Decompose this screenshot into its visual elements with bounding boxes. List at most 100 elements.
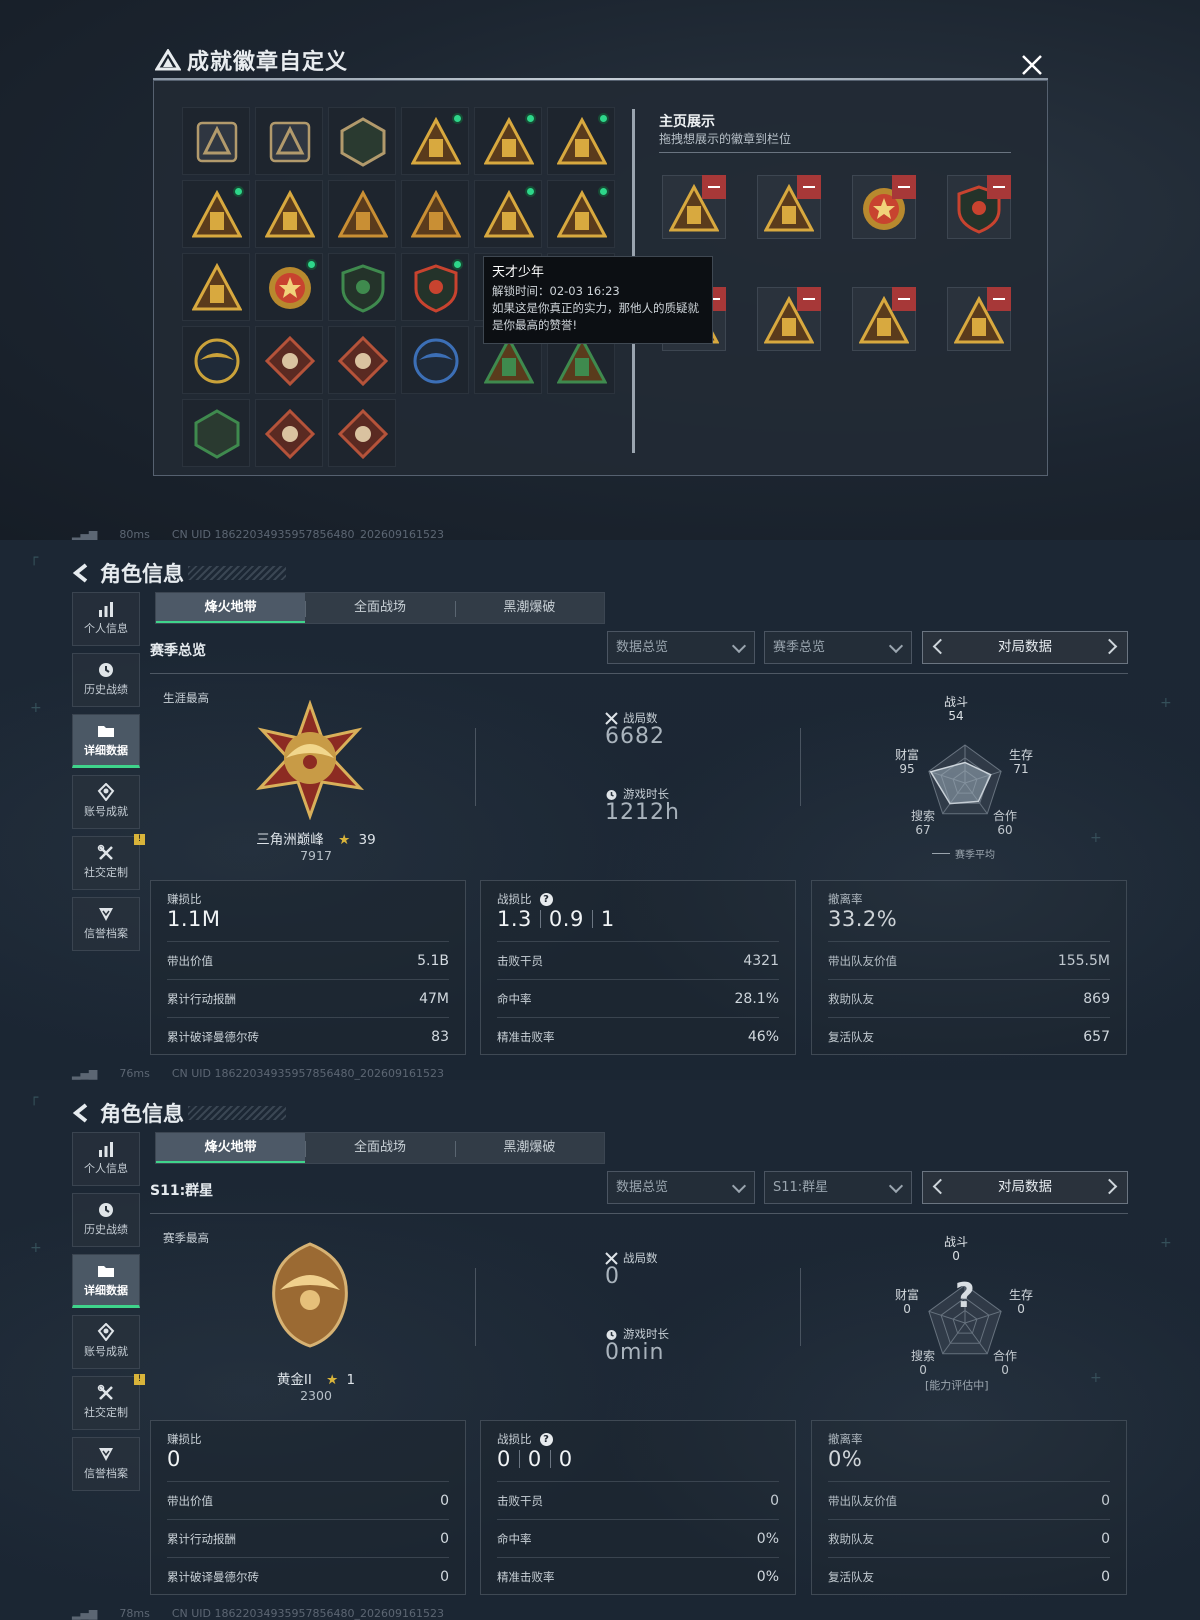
showcase-slot-lantern-badge-icon[interactable] — [662, 175, 726, 239]
season-select[interactable]: S11:群星 — [764, 1171, 912, 1204]
remove-badge-button[interactable] — [892, 287, 916, 311]
nav-personal-info[interactable]: 个人信息 — [72, 1132, 140, 1186]
pyramid-badge-icon[interactable] — [182, 253, 250, 321]
season-select[interactable]: 赛季总览 — [764, 631, 912, 664]
radar-label: 搜索 — [911, 809, 936, 823]
nav-credit-record[interactable]: 信誉档案 — [72, 897, 140, 951]
plus-mark-icon: + — [1090, 1370, 1102, 1386]
data-type-select[interactable]: 数据总览 — [607, 631, 755, 664]
nav-social-custom[interactable]: ! 社交定制 — [72, 834, 145, 890]
nav-label: 账号成就 — [84, 1345, 128, 1358]
chevron-right-icon[interactable] — [1101, 638, 1118, 655]
tower-badge-icon[interactable] — [474, 180, 542, 248]
tower-54-badge-icon[interactable] — [401, 107, 469, 175]
triangle-emblem-icon[interactable] — [182, 107, 250, 175]
nav-history[interactable]: 历史战绩 — [72, 1193, 140, 1247]
showcase-slot-tower-54-badge-icon[interactable] — [947, 287, 1011, 351]
mode-tabs: 烽火地带 全面战场 黑潮爆破 — [155, 592, 605, 624]
stat-row: 精准击败率 46% — [497, 1017, 779, 1055]
remove-badge-button[interactable] — [987, 175, 1011, 199]
ability-radar-chart — [885, 695, 1045, 865]
stat-row-value: 0 — [440, 1531, 449, 1547]
tab-black-tide[interactable]: 黑潮爆破 — [454, 1133, 604, 1163]
wolf-red-badge-icon[interactable] — [328, 326, 396, 394]
showcase-slot-shield-56-badge-icon[interactable] — [852, 287, 916, 351]
section-divider — [150, 673, 1128, 674]
crest-badge-icon[interactable] — [401, 253, 469, 321]
new-indicator-dot — [233, 186, 244, 197]
card-main-value: 000 — [497, 1447, 573, 1471]
data-type-select[interactable]: 数据总览 — [607, 1171, 755, 1204]
star-medal-icon[interactable] — [255, 253, 323, 321]
runner-badge-icon[interactable] — [328, 399, 396, 467]
stat-row: 命中率 28.1% — [497, 979, 779, 1017]
nav-detail-data[interactable]: 详细数据 — [72, 714, 140, 768]
nav-social-custom[interactable]: ! 社交定制 — [72, 1374, 145, 1430]
hex-target-badge-icon[interactable] — [328, 107, 396, 175]
tab-hazard-zone[interactable]: 烽火地带 — [156, 593, 306, 623]
remove-badge-button[interactable] — [892, 175, 916, 199]
back-arrow-icon — [72, 563, 88, 583]
crossed-swords-icon — [605, 711, 618, 725]
back-button[interactable]: 角色信息 — [72, 1098, 184, 1128]
tab-black-tide[interactable]: 黑潮爆破 — [454, 593, 604, 623]
title-stripes — [188, 566, 286, 580]
sword-hex-badge-icon[interactable] — [182, 399, 250, 467]
showcase-slot-figure-55-badge-icon[interactable] — [757, 287, 821, 351]
new-indicator-dot — [598, 186, 609, 197]
nav-detail-data[interactable]: 详细数据 — [72, 1254, 140, 1308]
nav-label: 详细数据 — [84, 1284, 128, 1297]
bar-chart-icon — [99, 602, 113, 617]
showcase-slot-crest-badge-icon[interactable] — [947, 175, 1011, 239]
rank-name-row: 三角洲巅峰 ★ 39 — [230, 828, 402, 848]
chevron-left-icon[interactable] — [932, 638, 949, 655]
back-button[interactable]: 角色信息 — [72, 558, 184, 588]
ping-value: 78ms — [119, 1607, 150, 1620]
helicopter-badge-icon[interactable] — [255, 107, 323, 175]
chevron-left-icon[interactable] — [932, 1178, 949, 1195]
nav-credit-record[interactable]: 信誉档案 — [72, 1437, 140, 1491]
rank-points: 2300 — [300, 1388, 332, 1403]
ship-badge-icon[interactable] — [255, 180, 323, 248]
dragon-badge-icon[interactable] — [255, 399, 323, 467]
tab-full-battlefield[interactable]: 全面战场 — [305, 593, 454, 623]
eagle-coin-badge-icon[interactable] — [401, 326, 469, 394]
showcase-slot-soldiers-badge-icon[interactable] — [757, 175, 821, 239]
help-icon[interactable]: ? — [539, 892, 553, 906]
back-arrow-icon — [72, 1103, 88, 1123]
green-shield-badge-icon[interactable] — [328, 253, 396, 321]
profit-card: 赚损比 1.1M 带出价值 5.1B 累计行动报酬 47M 累计破译曼德尔砖 83 — [150, 880, 466, 1055]
nav-history[interactable]: 历史战绩 — [72, 653, 140, 707]
number-1-badge-icon[interactable] — [328, 180, 396, 248]
chevron-right-icon[interactable] — [1101, 1178, 1118, 1195]
pager-label: 对局数据 — [998, 639, 1052, 655]
stat-row-value: 4321 — [743, 953, 779, 969]
radar-value: 95 — [899, 762, 915, 776]
stat-row-label: 复活队友 — [828, 1570, 874, 1584]
figure-55-badge-icon[interactable] — [474, 107, 542, 175]
remove-badge-button[interactable] — [987, 287, 1011, 311]
number-2-badge-icon[interactable] — [401, 180, 469, 248]
nav-achievements[interactable]: 账号成就 — [72, 775, 140, 829]
remove-badge-button[interactable] — [702, 175, 726, 199]
remove-badge-button[interactable] — [797, 287, 821, 311]
rank-emblem-icon — [250, 699, 370, 824]
value-separator — [518, 1450, 520, 1468]
tab-hazard-zone[interactable]: 烽火地带 — [156, 1133, 306, 1163]
remove-badge-button[interactable] — [797, 175, 821, 199]
shield-56-badge-icon[interactable] — [547, 107, 615, 175]
gold-wing-badge-icon[interactable] — [182, 326, 250, 394]
stat-row-label: 带出队友价值 — [828, 954, 897, 968]
radar-label: 战斗 — [944, 695, 969, 709]
lantern-badge-icon[interactable] — [182, 180, 250, 248]
radar-evaluating-note: [能力评估中] — [925, 1379, 989, 1392]
nav-personal-info[interactable]: 个人信息 — [72, 592, 140, 646]
help-icon[interactable]: ? — [539, 1432, 553, 1446]
nav-label: 社交定制 — [84, 1406, 128, 1419]
showcase-slot-star-medal-icon[interactable] — [852, 175, 916, 239]
wolf-badge-icon[interactable] — [255, 326, 323, 394]
soldiers-badge-icon[interactable] — [547, 180, 615, 248]
nav-achievements[interactable]: 账号成就 — [72, 1315, 140, 1369]
tab-full-battlefield[interactable]: 全面战场 — [305, 1133, 454, 1163]
close-icon[interactable] — [1015, 48, 1049, 82]
